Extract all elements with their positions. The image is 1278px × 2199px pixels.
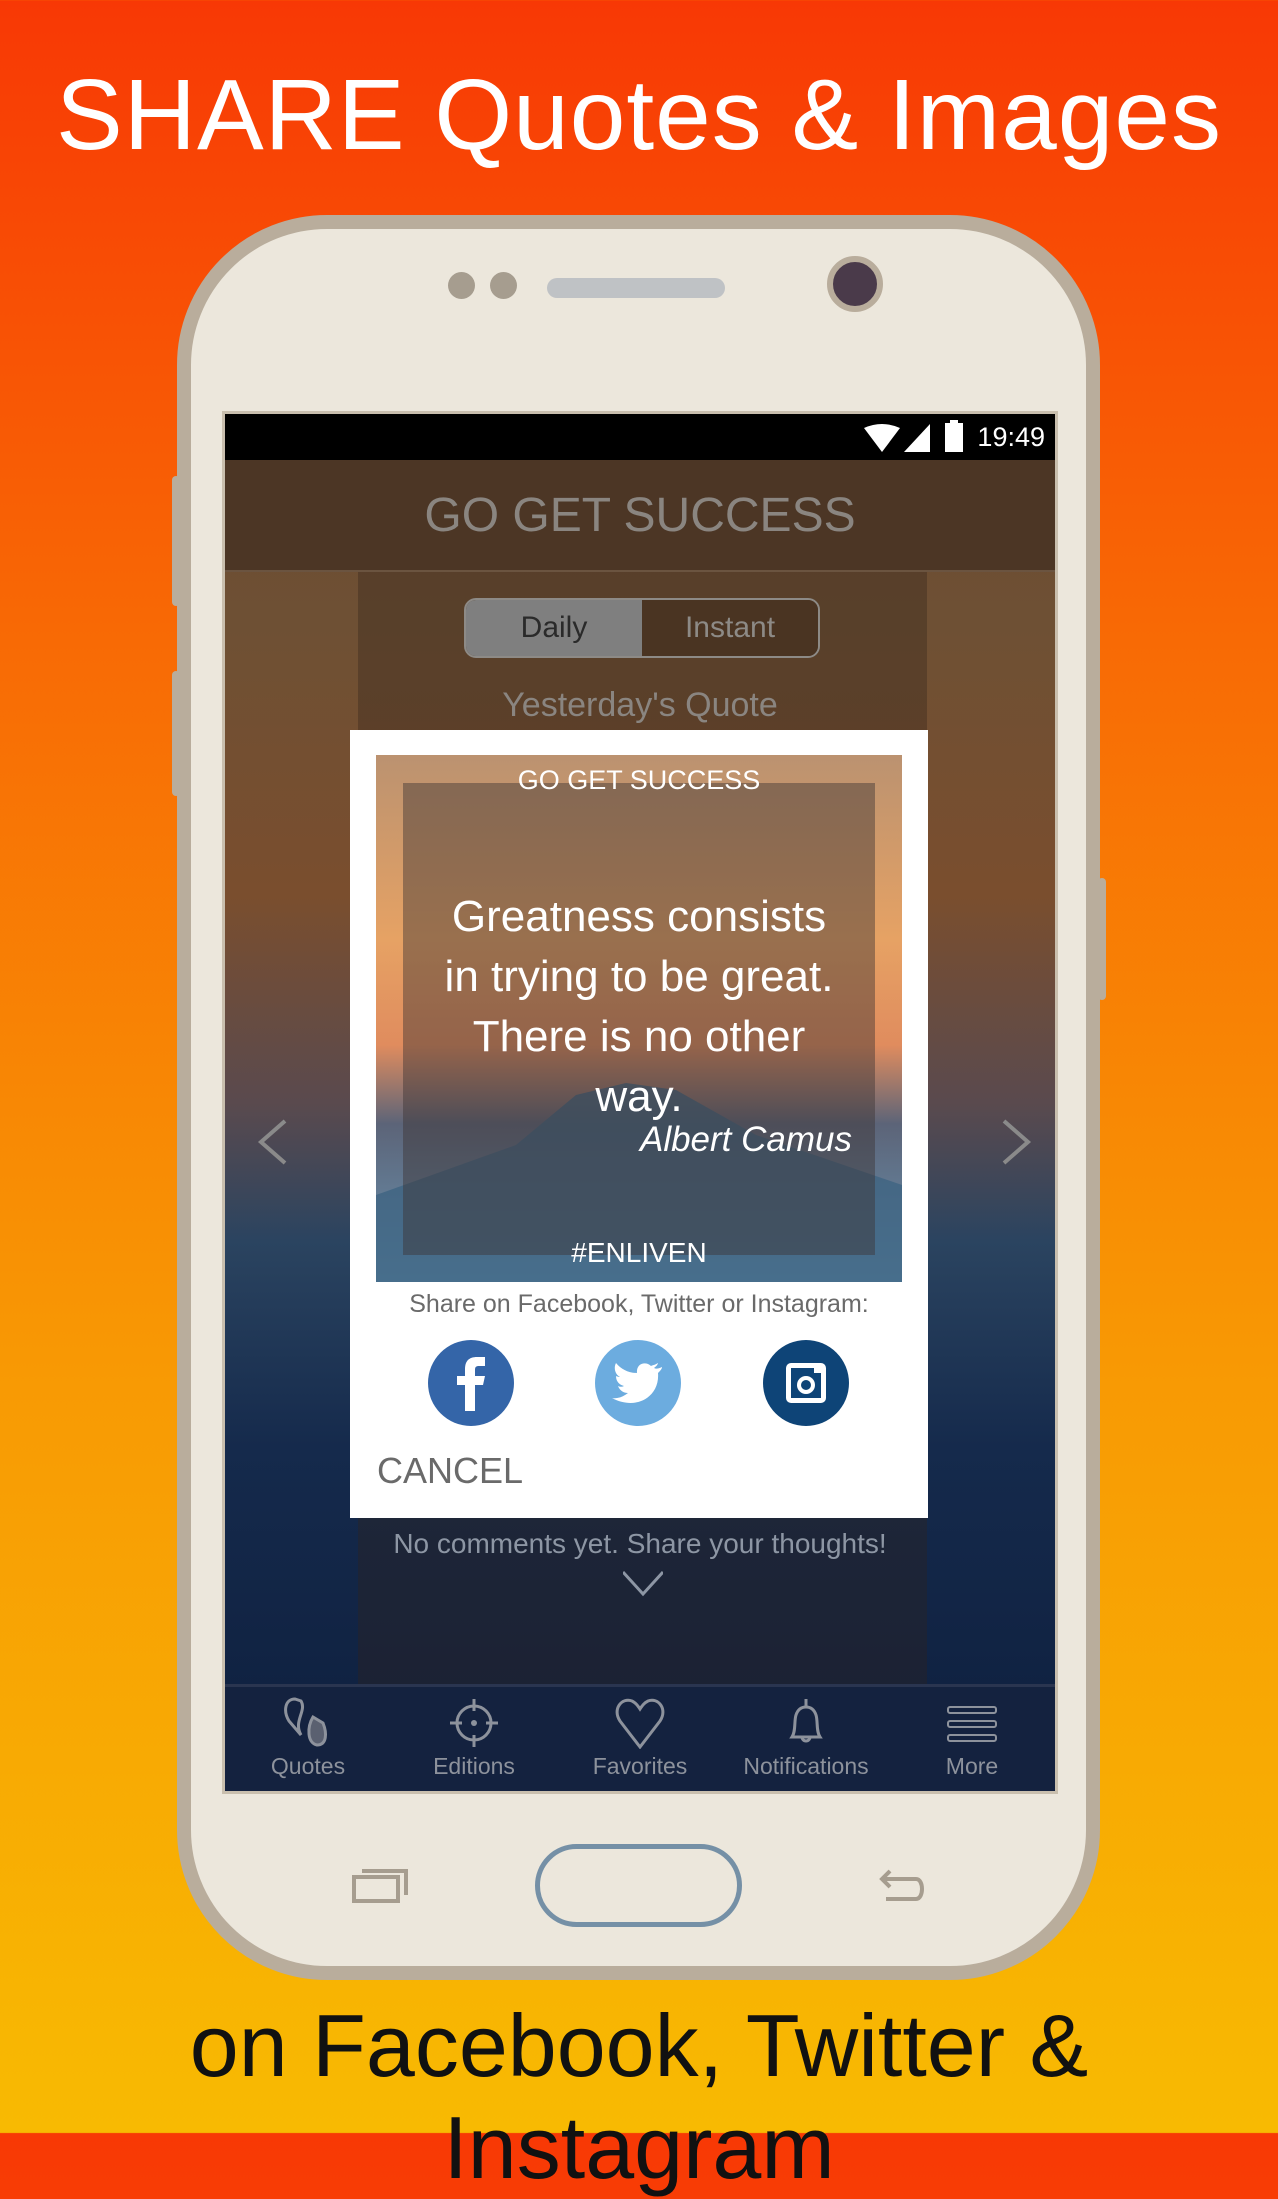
- facebook-share-button[interactable]: [428, 1340, 514, 1426]
- chevron-right-icon[interactable]: [1000, 1119, 1034, 1165]
- chevron-left-icon[interactable]: [255, 1119, 289, 1165]
- status-bar: 19:49: [225, 414, 1055, 460]
- toggle-instant[interactable]: Instant: [642, 600, 818, 656]
- nav-editions[interactable]: Editions: [391, 1687, 557, 1791]
- crosshair-icon: [450, 1699, 498, 1747]
- menu-icon: [947, 1706, 997, 1742]
- chevron-down-icon[interactable]: [623, 1564, 663, 1604]
- speaker-grille: [547, 278, 725, 298]
- nav-label: More: [945, 1753, 999, 1779]
- quotes-icon: [284, 1697, 327, 1747]
- share-prompt: Share on Facebook, Twitter or Instagram:: [409, 1290, 869, 1318]
- share-dialog: GO GET SUCCESS Greatness consists in try…: [350, 730, 928, 1518]
- toggle-daily[interactable]: Daily: [466, 600, 642, 656]
- instagram-share-button[interactable]: [763, 1340, 849, 1426]
- quote-line: Greatness consists: [451, 892, 827, 941]
- instagram-icon: [786, 1363, 826, 1403]
- twitter-share-button[interactable]: [595, 1340, 681, 1426]
- nav-label: Favorites: [592, 1753, 688, 1779]
- section-title: Yesterday's Quote: [502, 686, 778, 724]
- twitter-icon: [612, 1363, 662, 1403]
- app-header: GO GET SUCCESS: [225, 460, 1055, 572]
- nav-label: Notifications: [743, 1753, 869, 1779]
- promo-headline: SHARE Quotes & Images: [56, 59, 1222, 171]
- heart-icon: [615, 1698, 665, 1749]
- quote-line: way.: [595, 1072, 683, 1121]
- quote-line: in trying to be great.: [444, 952, 834, 1001]
- quote-author: Albert Camus: [639, 1120, 852, 1159]
- nav-label: Editions: [433, 1753, 515, 1779]
- wifi-icon: [864, 424, 900, 452]
- nav-favorites[interactable]: Favorites: [557, 1687, 723, 1791]
- cancel-button[interactable]: CANCEL: [377, 1450, 523, 1492]
- sensor-dot: [448, 272, 475, 299]
- status-time: 19:49: [977, 422, 1045, 452]
- facebook-icon: [457, 1357, 485, 1411]
- mode-toggle[interactable]: Daily Instant: [464, 598, 820, 658]
- sensor-dot: [490, 272, 517, 299]
- comments-prompt[interactable]: No comments yet. Share your thoughts!: [225, 1528, 1055, 1560]
- promo-footer: on Facebook, Twitter & Instagram: [189, 1996, 1089, 2197]
- nav-quotes[interactable]: Quotes: [225, 1687, 391, 1791]
- nav-more[interactable]: More: [889, 1687, 1055, 1791]
- nav-notifications[interactable]: Notifications: [723, 1687, 889, 1791]
- quote-brand: GO GET SUCCESS: [517, 765, 761, 795]
- battery-icon: [945, 420, 963, 452]
- quote-hashtag: #ENLIVEN: [571, 1237, 707, 1268]
- quote-line: There is no other: [472, 1012, 806, 1061]
- bottom-nav: Quotes Editions Favorites Notifications …: [225, 1684, 1055, 1791]
- quote-text: Greatness consists in trying to be great…: [376, 887, 902, 1127]
- nav-label: Quotes: [270, 1753, 346, 1779]
- back-icon[interactable]: [878, 1867, 928, 1903]
- quote-image: GO GET SUCCESS Greatness consists in try…: [376, 755, 902, 1282]
- bell-icon: [789, 1699, 823, 1743]
- home-button[interactable]: [535, 1844, 742, 1927]
- app-title: GO GET SUCCESS: [424, 489, 856, 542]
- signal-icon: [904, 424, 930, 452]
- recent-apps-icon[interactable]: [352, 1867, 408, 1903]
- front-camera: [827, 256, 883, 312]
